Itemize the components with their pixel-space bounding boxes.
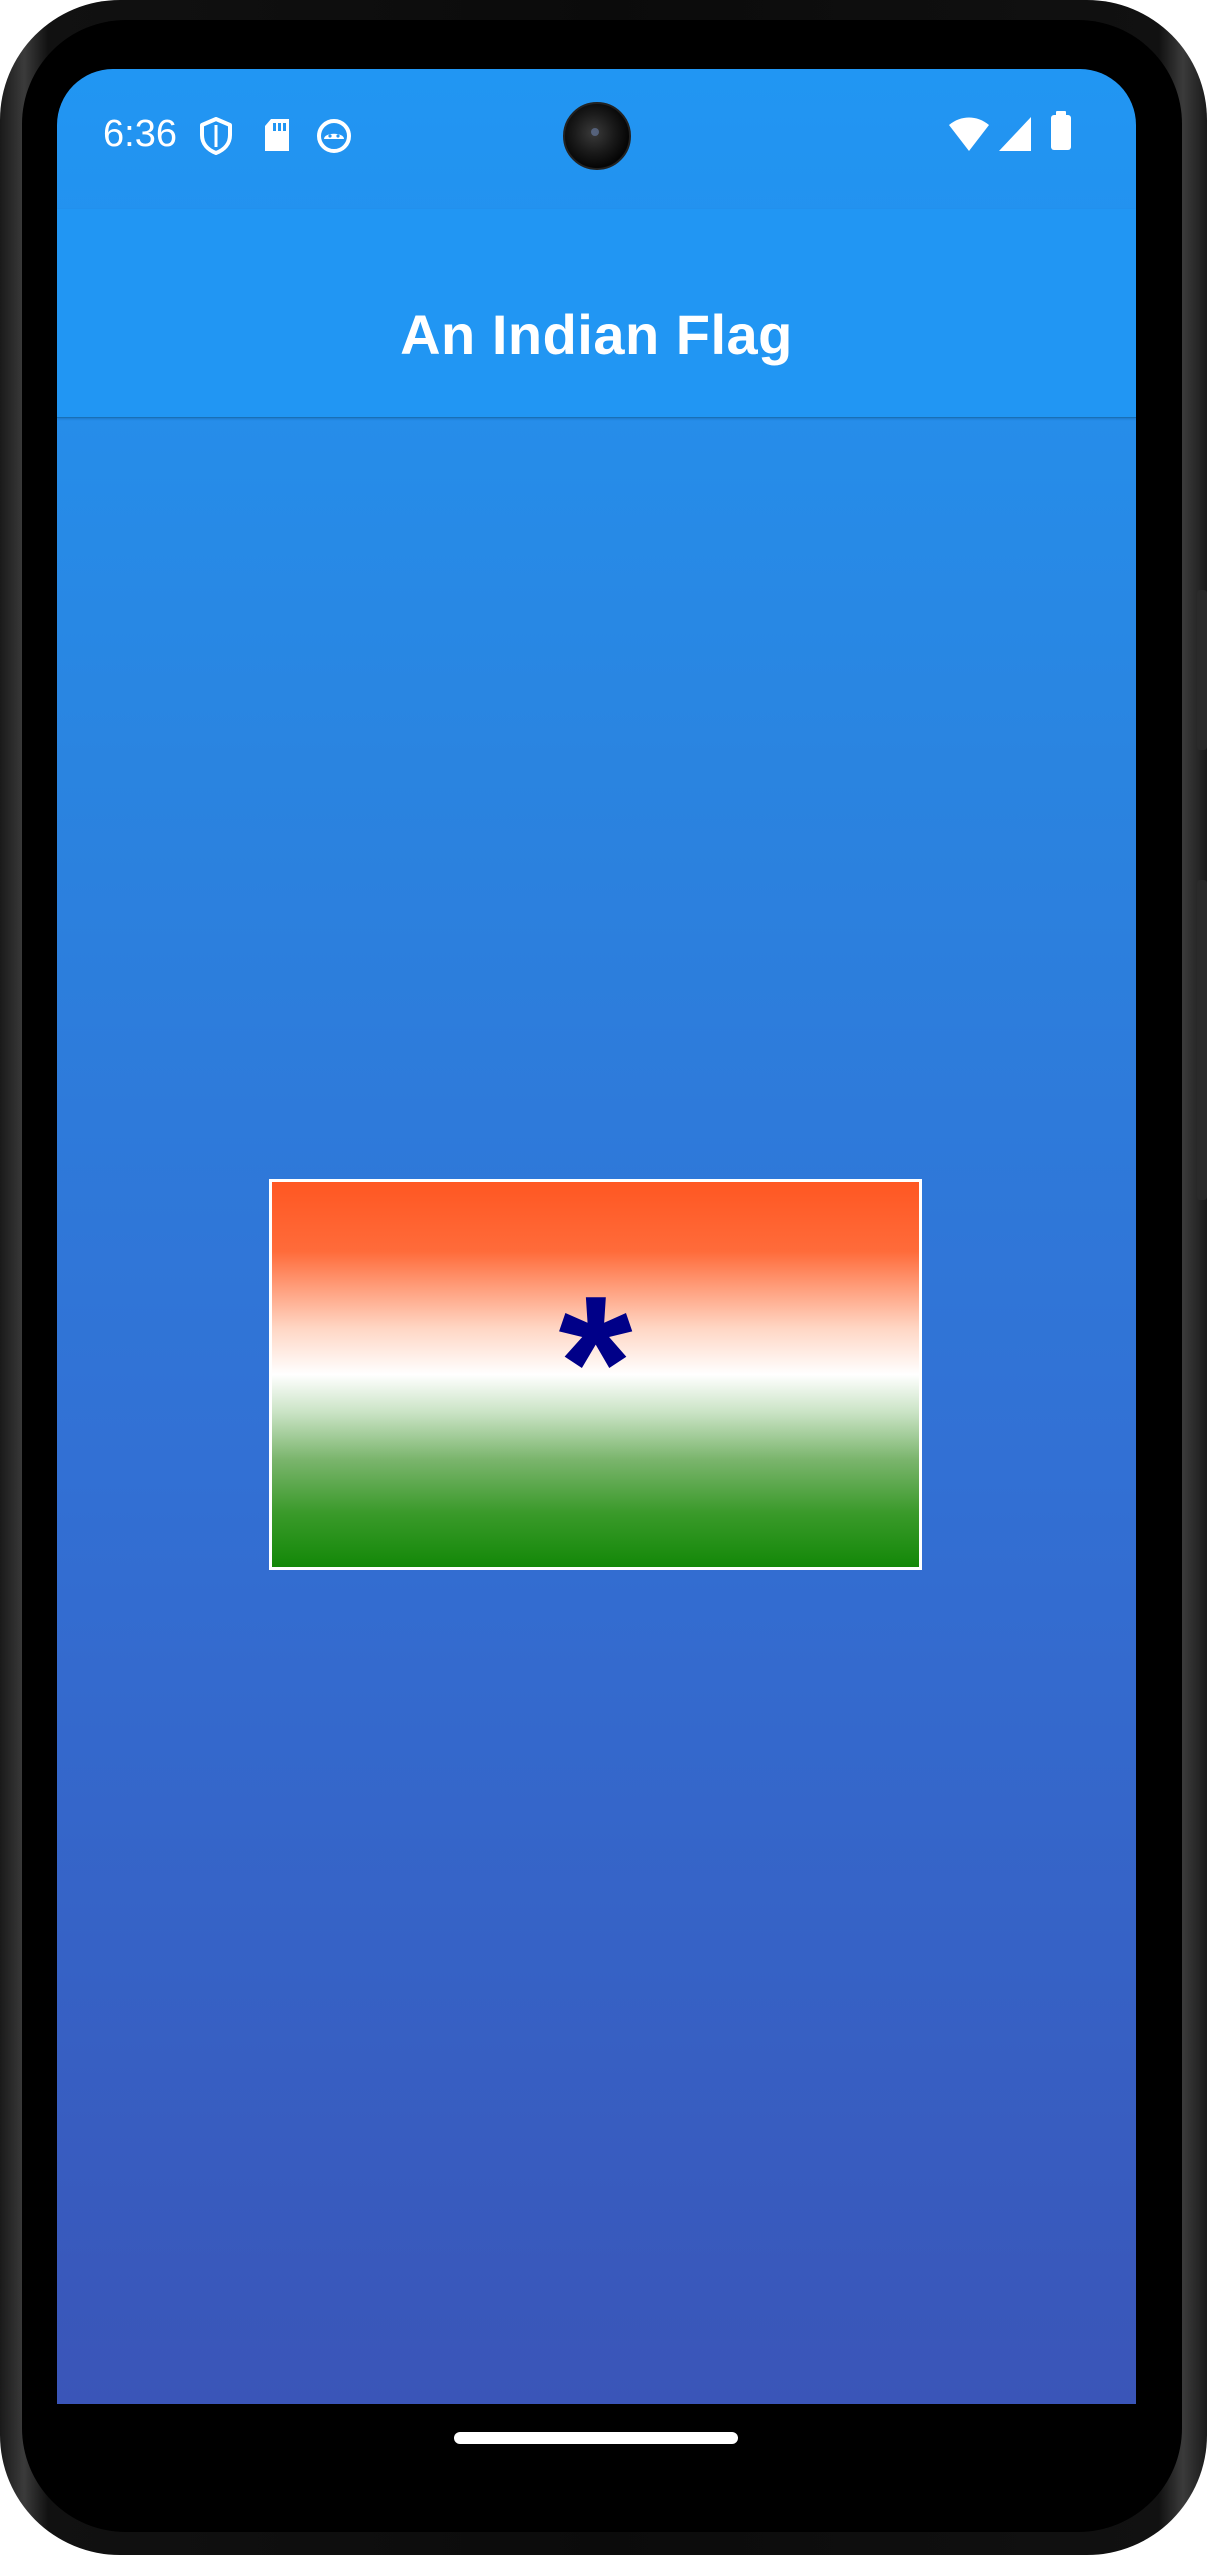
phone-device: 6:36 An Indian Flag * [0,0,1207,2555]
power-button [1197,590,1207,750]
android-debug-icon [315,117,353,160]
shield-icon [199,117,233,160]
status-bar: 6:36 [57,69,1136,209]
app-title: An Indian Flag [400,303,793,366]
navigation-bar [57,2404,1136,2470]
cellular-signal-icon [997,115,1033,158]
front-camera [563,102,631,170]
app-bar: An Indian Flag [57,209,1136,418]
indian-flag: * [269,1179,922,1570]
gesture-handle[interactable] [454,2432,738,2444]
status-time: 6:36 [103,113,177,155]
wifi-icon [947,115,991,158]
battery-icon [1050,111,1072,156]
sd-card-icon [263,117,291,158]
flag-chakra-symbol: * [558,1257,633,1469]
screen: 6:36 An Indian Flag * [57,69,1136,2470]
app-background: 6:36 An Indian Flag * [57,69,1136,2404]
volume-button [1197,880,1207,1200]
